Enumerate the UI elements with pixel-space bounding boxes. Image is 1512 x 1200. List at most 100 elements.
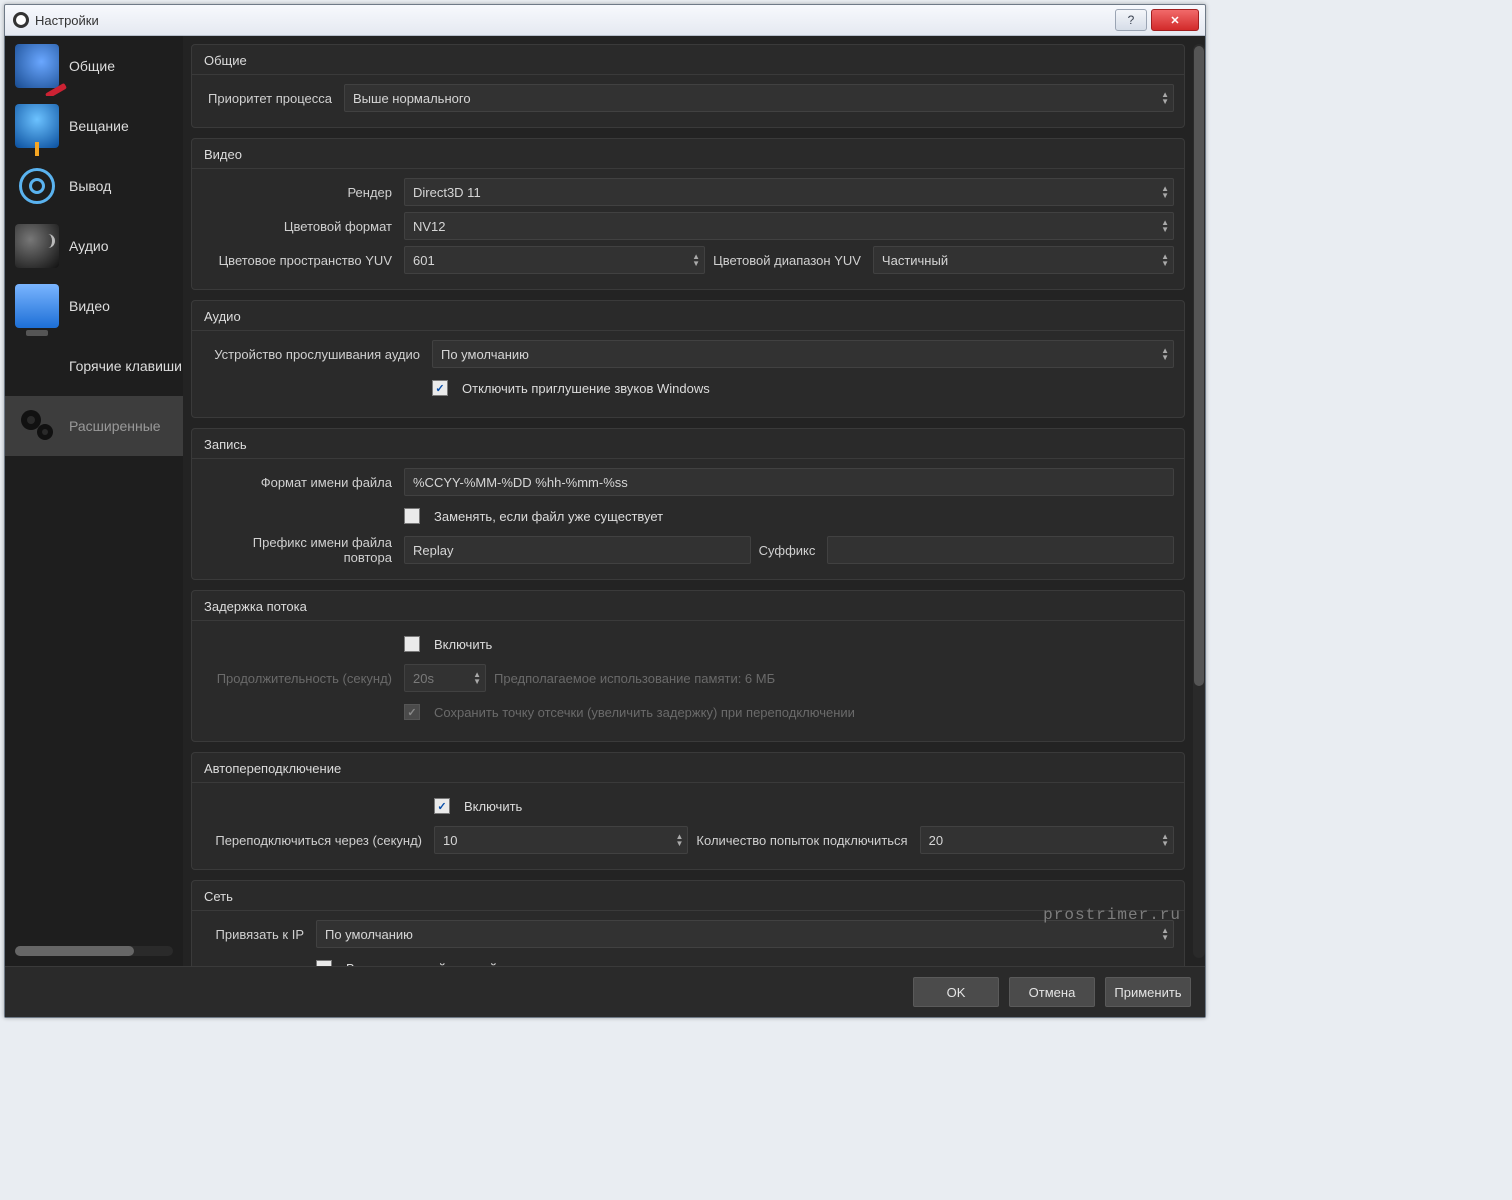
panel-network: Сеть Привязать к IP По умолчанию ▲▼ ✓ Вк… — [191, 880, 1185, 966]
filename-format-value: %CCYY-%MM-%DD %hh-%mm-%ss — [413, 475, 628, 490]
panel-autoreconnect: Автопереподключение ✓ Включить Переподкл… — [191, 752, 1185, 870]
renderer-value: Direct3D 11 — [413, 185, 481, 200]
dialog-footer: OK Отмена Применить — [5, 966, 1205, 1017]
sidebar: Общие Вещание Вывод Аудио Видео — [5, 36, 183, 966]
disable-ducking-checkbox[interactable]: ✓ — [432, 380, 448, 396]
retry-delay-value: 10 — [443, 833, 457, 848]
delay-enable-checkbox[interactable]: ✓ — [404, 636, 420, 652]
sidebar-item-video[interactable]: Видео — [5, 276, 183, 336]
panel-title: Автопереподключение — [202, 753, 1174, 782]
priority-select[interactable]: Выше нормального ▲▼ — [344, 84, 1174, 112]
spinner-icon: ▲▼ — [1161, 833, 1169, 847]
delay-preserve-checkbox: ✓ — [404, 704, 420, 720]
spinner-icon: ▲▼ — [1161, 253, 1169, 267]
window-title: Настройки — [35, 13, 99, 28]
bind-ip-select[interactable]: По умолчанию ▲▼ — [316, 920, 1174, 948]
spinner-icon: ▲▼ — [676, 833, 684, 847]
filename-format-label: Формат имени файла — [202, 475, 396, 490]
sidebar-item-label: Расширенные — [69, 418, 161, 434]
sidebar-item-advanced[interactable]: Расширенные — [5, 396, 183, 456]
sidebar-item-stream[interactable]: Вещание — [5, 96, 183, 156]
sidebar-item-audio[interactable]: Аудио — [5, 216, 183, 276]
delay-duration-label: Продолжительность (секунд) — [202, 671, 396, 686]
colorformat-value: NV12 — [413, 219, 446, 234]
spinner-icon: ▲▼ — [1161, 91, 1169, 105]
panel-title: Видео — [202, 139, 1174, 168]
sidebar-item-general[interactable]: Общие — [5, 36, 183, 96]
colorspace-label: Цветовое пространство YUV — [202, 253, 396, 268]
sidebar-item-label: Вывод — [69, 178, 111, 194]
content-scrollbar[interactable] — [1193, 44, 1205, 958]
panel-video: Видео Рендер Direct3D 11 ▲▼ Цветовой фор… — [191, 138, 1185, 290]
renderer-select[interactable]: Direct3D 11 ▲▼ — [404, 178, 1174, 206]
panel-audio: Аудио Устройство прослушивания аудио По … — [191, 300, 1185, 418]
max-retries-spinner[interactable]: 20 ▲▼ — [920, 826, 1174, 854]
spinner-icon: ▲▼ — [1161, 219, 1169, 233]
delay-memory-hint: Предполагаемое использование памяти: 6 М… — [494, 671, 775, 686]
reconnect-enable-checkbox[interactable]: ✓ — [434, 798, 450, 814]
sidebar-item-label: Общие — [69, 58, 115, 74]
close-button[interactable]: ✕ — [1151, 9, 1199, 31]
spinner-icon: ▲▼ — [1161, 185, 1169, 199]
overwrite-label: Заменять, если файл уже существует — [434, 509, 663, 524]
delay-duration-spinner: 20s ▲▼ — [404, 664, 486, 692]
renderer-label: Рендер — [202, 185, 396, 200]
overwrite-checkbox[interactable]: ✓ — [404, 508, 420, 524]
obs-icon — [13, 12, 29, 28]
sidebar-item-label: Вещание — [69, 118, 129, 134]
settings-window: Настройки ? ✕ Общие Вещание Вывод Аудио — [4, 4, 1206, 1018]
panel-stream-delay: Задержка потока ✓ Включить Продолжительн… — [191, 590, 1185, 742]
colorspace-select[interactable]: 601 ▲▼ — [404, 246, 705, 274]
max-retries-value: 20 — [929, 833, 943, 848]
colorspace-value: 601 — [413, 253, 435, 268]
wrench-icon — [15, 44, 59, 88]
panel-recording: Запись Формат имени файла %CCYY-%MM-%DD … — [191, 428, 1185, 580]
delay-preserve-label: Сохранить точку отсечки (увеличить задер… — [434, 705, 855, 720]
panel-title: Запись — [202, 429, 1174, 458]
sidebar-item-label: Горячие клавиши — [69, 358, 182, 374]
replay-prefix-input[interactable]: Replay — [404, 536, 751, 564]
delay-enable-label: Включить — [434, 637, 492, 652]
priority-label: Приоритет процесса — [202, 91, 336, 106]
spinner-icon: ▲▼ — [1161, 347, 1169, 361]
retry-delay-label: Переподключиться через (секунд) — [202, 833, 426, 848]
keyboard-icon — [15, 344, 59, 388]
sidebar-item-label: Аудио — [69, 238, 109, 254]
colorformat-label: Цветовой формат — [202, 219, 396, 234]
sidebar-scrollbar[interactable] — [15, 946, 173, 956]
colorformat-select[interactable]: NV12 ▲▼ — [404, 212, 1174, 240]
retry-delay-spinner[interactable]: 10 ▲▼ — [434, 826, 688, 854]
bind-ip-label: Привязать к IP — [202, 927, 308, 942]
help-button[interactable]: ? — [1115, 9, 1147, 31]
panel-title: Общие — [202, 45, 1174, 74]
sidebar-item-label: Видео — [69, 298, 110, 314]
content-panel: Общие Приоритет процесса Выше нормальног… — [183, 36, 1205, 966]
spinner-icon: ▲▼ — [473, 671, 481, 685]
replay-suffix-label: Суффикс — [759, 543, 820, 558]
spinner-icon: ▲▼ — [692, 253, 700, 267]
bind-ip-value: По умолчанию — [325, 927, 413, 942]
new-netcode-label: Включить новый сетевой код — [346, 961, 521, 967]
filename-format-input[interactable]: %CCYY-%MM-%DD %hh-%mm-%ss — [404, 468, 1174, 496]
colorrange-label: Цветовой диапазон YUV — [713, 253, 865, 268]
replay-suffix-input[interactable] — [827, 536, 1174, 564]
panel-title: Сеть — [202, 881, 1174, 910]
sidebar-item-hotkeys[interactable]: Горячие клавиши — [5, 336, 183, 396]
apply-button[interactable]: Применить — [1105, 977, 1191, 1007]
globe-icon — [15, 104, 59, 148]
speaker-icon — [15, 224, 59, 268]
panel-title: Аудио — [202, 301, 1174, 330]
colorrange-value: Частичный — [882, 253, 948, 268]
titlebar[interactable]: Настройки ? ✕ — [5, 5, 1205, 36]
spinner-icon: ▲▼ — [1161, 927, 1169, 941]
monitor-device-value: По умолчанию — [441, 347, 529, 362]
panel-general: Общие Приоритет процесса Выше нормальног… — [191, 44, 1185, 128]
new-netcode-checkbox[interactable]: ✓ — [316, 960, 332, 966]
colorrange-select[interactable]: Частичный ▲▼ — [873, 246, 1174, 274]
sidebar-item-output[interactable]: Вывод — [5, 156, 183, 216]
replay-prefix-value: Replay — [413, 543, 453, 558]
cancel-button[interactable]: Отмена — [1009, 977, 1095, 1007]
disable-ducking-label: Отключить приглушение звуков Windows — [462, 381, 710, 396]
monitor-device-select[interactable]: По умолчанию ▲▼ — [432, 340, 1174, 368]
ok-button[interactable]: OK — [913, 977, 999, 1007]
